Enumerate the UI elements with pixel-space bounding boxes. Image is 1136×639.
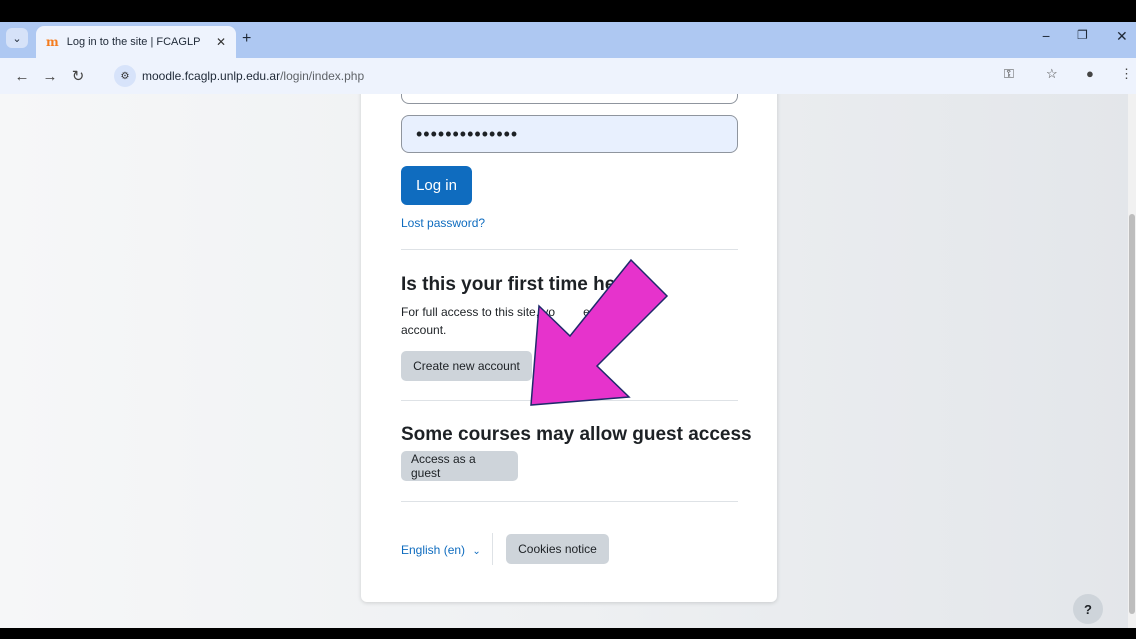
- chevron-down-icon: ⌄: [12, 32, 22, 45]
- login-card: •••••••••••••• Log in Lost password? Is …: [361, 94, 777, 602]
- username-input[interactable]: [401, 94, 738, 104]
- chevron-down-icon: ⌄: [472, 546, 481, 557]
- close-window-icon[interactable]: ✕: [1116, 28, 1128, 45]
- guest-access-button[interactable]: Access as a guest: [401, 451, 518, 481]
- login-button[interactable]: Log in: [401, 166, 472, 205]
- create-account-button[interactable]: Create new account: [401, 351, 532, 381]
- page-content: •••••••••••••• Log in Lost password? Is …: [0, 94, 1136, 628]
- site-info-icon[interactable]: ⚙: [114, 65, 136, 87]
- url-host: moodle.fcaglp.unlp.edu.ar: [142, 69, 281, 83]
- first-time-text: For full access to this site, yo eate an …: [401, 305, 624, 337]
- close-tab-icon[interactable]: ✕: [216, 35, 226, 49]
- cookies-notice-button[interactable]: Cookies notice: [506, 534, 609, 564]
- address-bar[interactable]: ⚙ moodle.fcaglp.unlp.edu.ar /login/index…: [108, 62, 1108, 90]
- tab-active[interactable]: m Log in to the site | FCAGLP ✕: [36, 26, 236, 58]
- profile-avatar-icon[interactable]: ●: [1086, 66, 1094, 81]
- scrollbar-thumb[interactable]: [1129, 214, 1135, 614]
- language-menu[interactable]: English (en) ⌄: [401, 543, 481, 557]
- first-time-heading: Is this your first time he: [401, 274, 616, 295]
- password-key-icon[interactable]: ⚿: [1004, 66, 1014, 82]
- browser-toolbar: ← → ↻ ⚙ moodle.fcaglp.unlp.edu.ar /login…: [0, 58, 1136, 94]
- help-button[interactable]: ?: [1073, 594, 1103, 624]
- lost-password-link[interactable]: Lost password?: [401, 216, 485, 230]
- tab-search-button[interactable]: ⌄: [6, 28, 28, 48]
- scrollbar[interactable]: [1128, 94, 1136, 628]
- new-tab-icon[interactable]: +: [242, 30, 251, 48]
- divider: [401, 400, 738, 401]
- restore-icon[interactable]: ❐: [1077, 28, 1088, 42]
- divider: [401, 501, 738, 502]
- moodle-favicon-icon: m: [46, 35, 59, 49]
- bookmark-star-icon[interactable]: ☆: [1046, 66, 1058, 82]
- minimize-icon[interactable]: −: [1042, 28, 1050, 44]
- menu-kebab-icon[interactable]: ⋮: [1120, 66, 1133, 82]
- forward-icon[interactable]: →: [36, 68, 64, 85]
- divider: [401, 249, 738, 250]
- password-input[interactable]: ••••••••••••••: [401, 115, 738, 153]
- tab-title: Log in to the site | FCAGLP: [66, 36, 201, 48]
- url-path: /login/index.php: [280, 69, 365, 83]
- reload-icon[interactable]: ↻: [64, 67, 92, 85]
- back-icon[interactable]: ←: [8, 68, 36, 85]
- tab-strip: ⌄ m Log in to the site | FCAGLP ✕ + − ❐ …: [0, 22, 1136, 58]
- divider: [492, 533, 493, 565]
- guest-heading: Some courses may allow guest access: [401, 424, 752, 445]
- browser-window: ⌄ m Log in to the site | FCAGLP ✕ + − ❐ …: [0, 22, 1136, 628]
